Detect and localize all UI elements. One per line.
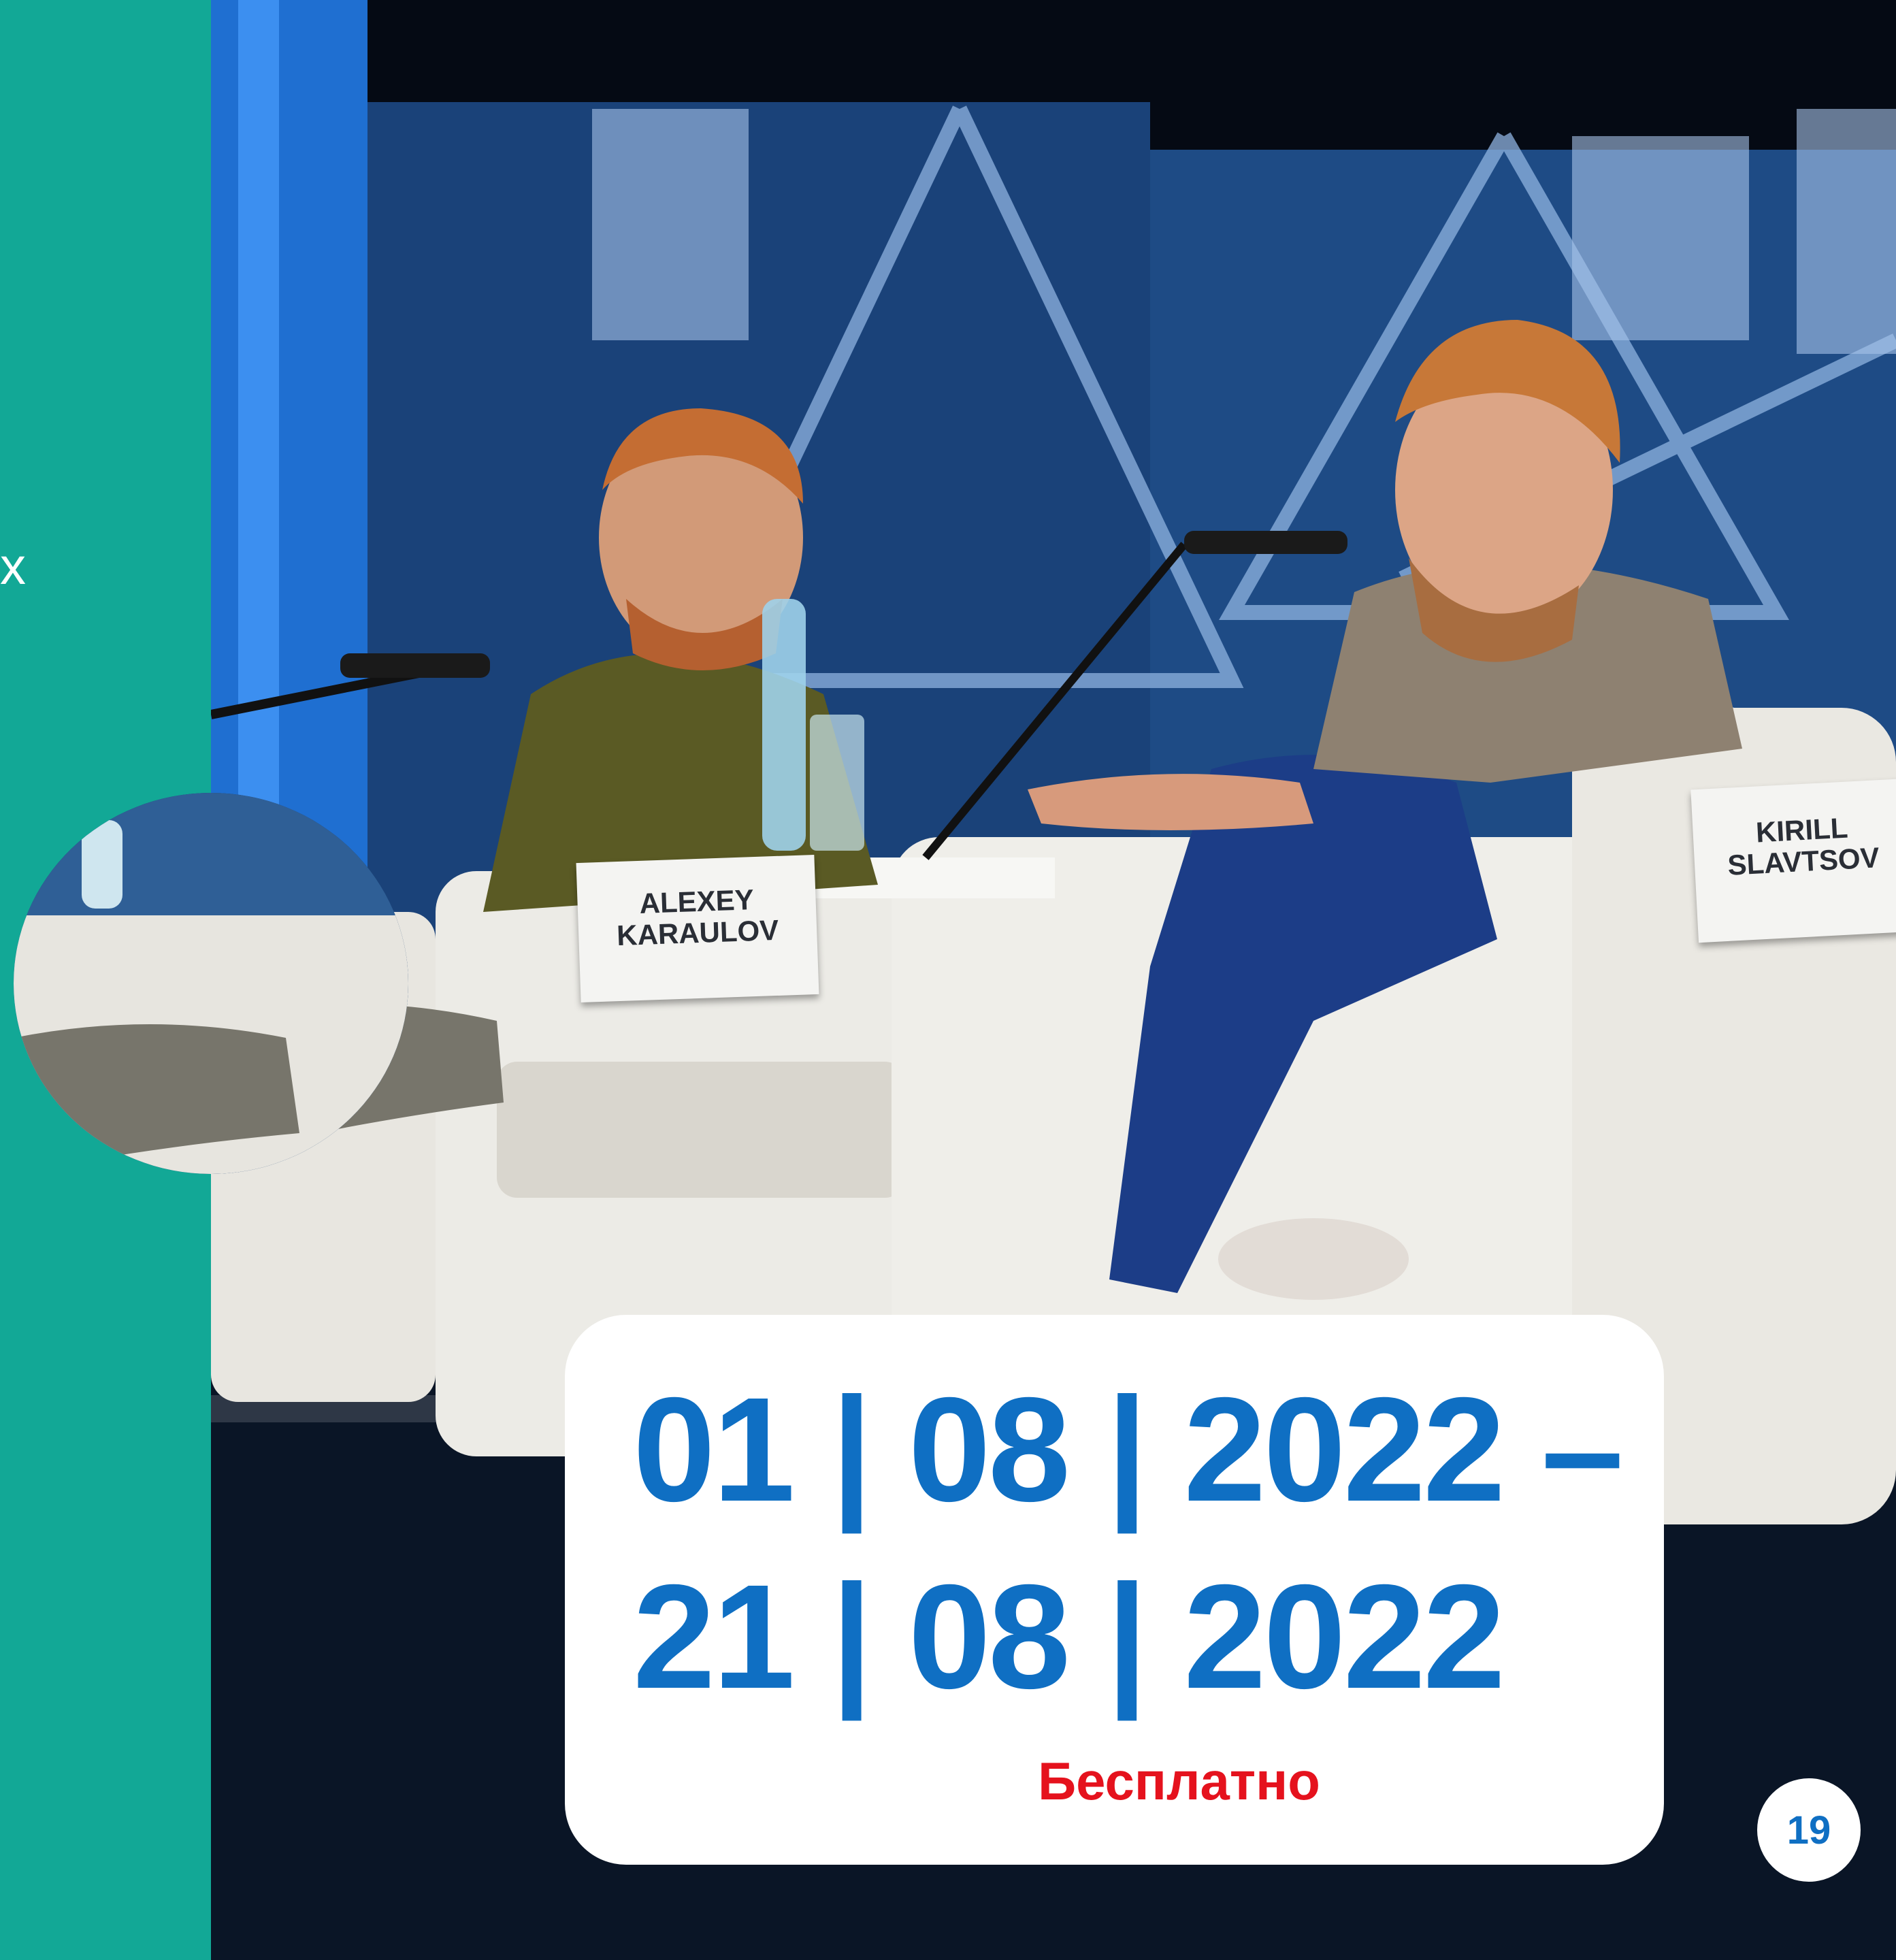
page-number: 19 — [1786, 1808, 1831, 1852]
date-card: 01 | 08 | 2022 – 21 | 08 | 2022 Бесплатн… — [565, 1315, 1664, 1865]
date-start: 01 | 08 | 2022 – — [633, 1367, 1624, 1533]
sidebar-text-fragment: х — [0, 538, 26, 595]
inset-scene — [14, 793, 408, 1174]
price-text: Бесплатно — [1038, 1751, 1320, 1811]
price-label: Бесплатно — [565, 1750, 1664, 1812]
circular-photo-inset — [14, 793, 408, 1174]
date-end: 21 | 08 | 2022 — [633, 1554, 1505, 1720]
page-number-badge: 19 — [1757, 1778, 1861, 1882]
name-plate-alexey: ALEXEY KARAULOV — [576, 854, 819, 1003]
name-plate-kirill: KIRILL SLAVTSOV — [1690, 778, 1896, 943]
